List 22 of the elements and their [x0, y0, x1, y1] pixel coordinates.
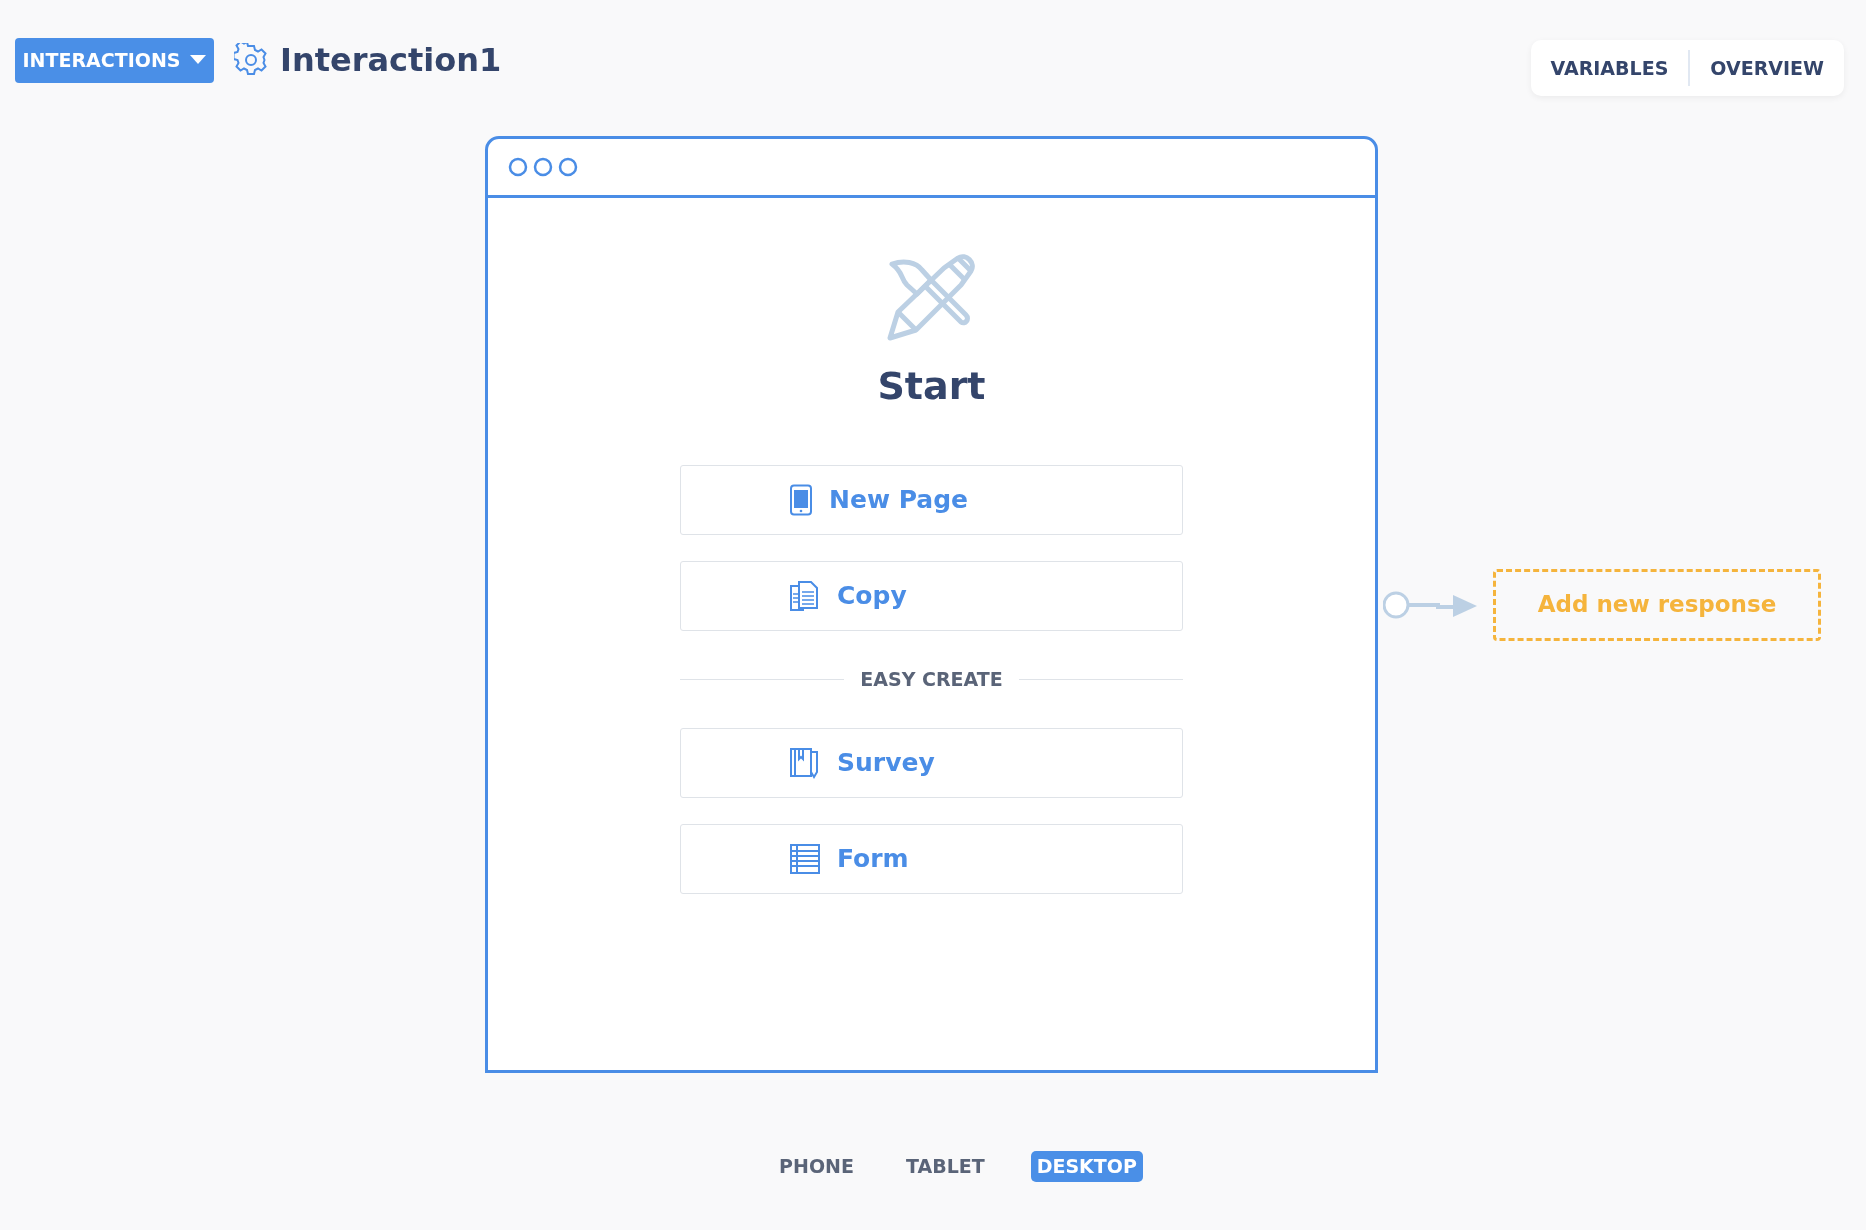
device-tab[interactable]: TABLET	[899, 1151, 991, 1182]
screen-title: Start	[877, 363, 986, 410]
add-response-button[interactable]: Add new response	[1493, 568, 1821, 641]
documents-icon	[789, 580, 821, 612]
option-button[interactable]: Form	[680, 823, 1183, 894]
option-button[interactable]: Copy	[680, 561, 1183, 631]
interactions-dropdown[interactable]: INTERACTIONS	[15, 37, 214, 83]
interaction-title: Interaction1	[280, 40, 502, 81]
settings-icon[interactable]	[234, 43, 268, 77]
brush-pencil-icon	[885, 254, 978, 342]
option-button[interactable]: Survey	[680, 727, 1183, 798]
device-tab[interactable]: PHONE	[773, 1151, 860, 1182]
section-label: EASY CREATE	[860, 667, 1003, 692]
device-tab[interactable]: DESKTOP	[1030, 1151, 1143, 1182]
view-tab[interactable]: OVERVIEW	[1710, 53, 1824, 83]
caret-icon	[190, 55, 207, 65]
window-dots-icon	[508, 156, 578, 178]
table-icon	[789, 842, 821, 875]
option-button[interactable]: New Page	[680, 465, 1183, 535]
phone-icon	[789, 484, 813, 516]
notebook-pencil-icon	[789, 746, 821, 779]
view-tab[interactable]: VARIABLES	[1550, 53, 1669, 83]
